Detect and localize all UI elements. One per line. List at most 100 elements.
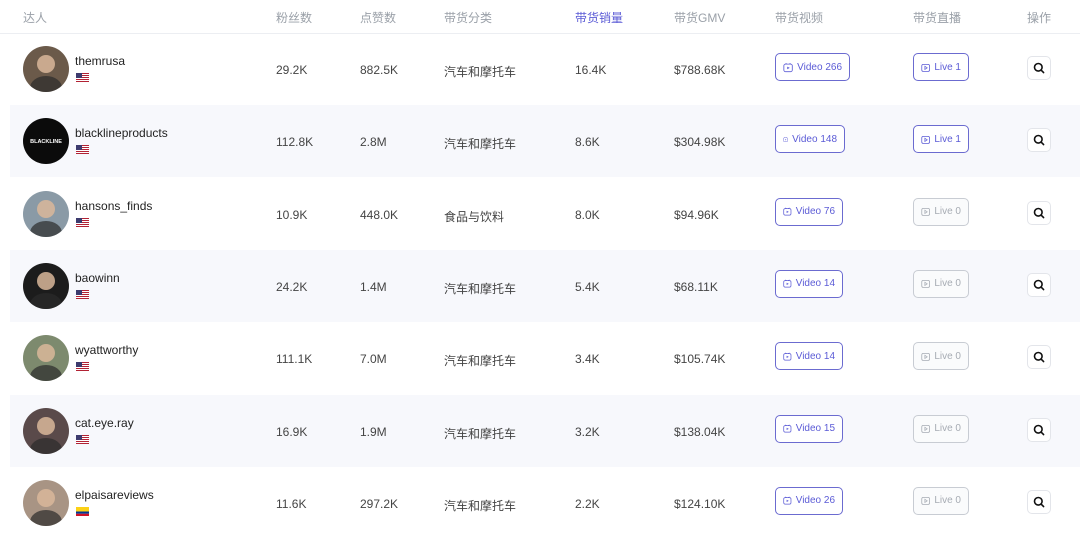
live-icon (921, 278, 930, 289)
followers-value: 29.2K (276, 63, 307, 77)
gmv-value: $68.11K (674, 280, 718, 294)
category-value: 汽车和摩托车 (444, 135, 516, 152)
col-actions: 操作 (1027, 9, 1051, 26)
col-likes[interactable]: 点赞数 (360, 9, 396, 26)
live-button-label: Live 1 (934, 134, 961, 145)
col-sales[interactable]: 带货销量 (575, 9, 623, 26)
avatar[interactable] (23, 480, 69, 526)
table-row[interactable]: cat.eye.ray16.9K1.9M汽车和摩托车3.2K$138.04KVi… (10, 395, 1080, 467)
col-gmv[interactable]: 带货GMV (674, 9, 725, 26)
us-flag-icon (76, 290, 89, 299)
video-icon (783, 495, 792, 506)
live-button[interactable]: Live 0 (913, 198, 969, 226)
live-button[interactable]: Live 0 (913, 270, 969, 298)
video-button[interactable]: Video 76 (775, 198, 843, 226)
followers-value: 11.6K (276, 497, 306, 511)
influencer-name[interactable]: wyattworthy (75, 343, 138, 357)
video-icon (783, 62, 793, 73)
live-button[interactable]: Live 0 (913, 342, 969, 370)
us-flag-icon (76, 362, 89, 371)
avatar[interactable] (23, 191, 69, 237)
avatar[interactable] (23, 46, 69, 92)
influencer-name[interactable]: cat.eye.ray (75, 416, 134, 430)
video-button-label: Video 15 (796, 423, 835, 434)
search-icon (1033, 62, 1045, 74)
live-button-label: Live 1 (934, 62, 961, 73)
search-icon (1033, 424, 1045, 436)
live-button[interactable]: Live 1 (913, 125, 969, 153)
table-row[interactable]: themrusa29.2K882.5K汽车和摩托车16.4K$788.68KVi… (10, 33, 1080, 105)
search-icon (1033, 207, 1045, 219)
video-button[interactable]: Video 15 (775, 415, 843, 443)
live-button[interactable]: Live 1 (913, 53, 969, 81)
gmv-value: $105.74K (674, 352, 725, 366)
sales-value: 8.0K (575, 208, 600, 222)
us-flag-icon (76, 435, 89, 444)
live-icon (921, 423, 930, 434)
influencer-name[interactable]: blacklineproducts (75, 126, 168, 140)
svg-text:BLACKLINE: BLACKLINE (30, 139, 62, 145)
video-button-label: Video 148 (792, 134, 837, 145)
table-row[interactable]: wyattworthy111.1K7.0M汽车和摩托车3.4K$105.74KV… (10, 322, 1080, 394)
influencer-name[interactable]: elpaisareviews (75, 488, 154, 502)
search-button[interactable] (1027, 490, 1051, 514)
influencer-name[interactable]: themrusa (75, 54, 125, 68)
col-followers[interactable]: 粉丝数 (276, 9, 312, 26)
followers-value: 24.2K (276, 280, 307, 294)
category-value: 汽车和摩托车 (444, 425, 516, 442)
likes-value: 1.9M (360, 425, 387, 439)
gmv-value: $138.04K (674, 425, 725, 439)
gmv-value: $124.10K (674, 497, 725, 511)
influencer-name[interactable]: hansons_finds (75, 199, 152, 213)
live-button-label: Live 0 (934, 495, 961, 506)
gmv-value: $788.68K (674, 63, 725, 77)
avatar[interactable] (23, 263, 69, 309)
col-lives[interactable]: 带货直播 (913, 9, 961, 26)
sales-value: 3.4K (575, 352, 600, 366)
video-button[interactable]: Video 266 (775, 53, 850, 81)
search-button[interactable] (1027, 201, 1051, 225)
video-button[interactable]: Video 148 (775, 125, 845, 153)
video-icon (783, 134, 788, 145)
live-button[interactable]: Live 0 (913, 487, 969, 515)
avatar[interactable] (23, 408, 69, 454)
likes-value: 7.0M (360, 352, 387, 366)
category-value: 汽车和摩托车 (444, 63, 516, 80)
likes-value: 882.5K (360, 63, 398, 77)
video-button-label: Video 14 (796, 278, 835, 289)
search-button[interactable] (1027, 56, 1051, 80)
live-icon (921, 495, 930, 506)
table-row[interactable]: hansons_finds10.9K448.0K食品与饮料8.0K$94.96K… (10, 178, 1080, 250)
table-row[interactable]: elpaisareviews11.6K297.2K汽车和摩托车2.2K$124.… (10, 467, 1080, 539)
video-button-label: Video 26 (796, 495, 835, 506)
video-button[interactable]: Video 14 (775, 342, 843, 370)
sales-value: 8.6K (575, 135, 600, 149)
search-button[interactable] (1027, 418, 1051, 442)
search-button[interactable] (1027, 128, 1051, 152)
avatar[interactable]: BLACKLINE (23, 118, 69, 164)
followers-value: 16.9K (276, 425, 307, 439)
us-flag-icon (76, 73, 89, 82)
avatar[interactable] (23, 335, 69, 381)
gmv-value: $94.96K (674, 208, 719, 222)
search-button[interactable] (1027, 273, 1051, 297)
followers-value: 111.1K (276, 352, 312, 366)
likes-value: 448.0K (360, 208, 398, 222)
video-button[interactable]: Video 26 (775, 487, 843, 515)
live-icon (921, 206, 930, 217)
search-button[interactable] (1027, 345, 1051, 369)
col-category: 带货分类 (444, 9, 492, 26)
search-icon (1033, 496, 1045, 508)
col-videos[interactable]: 带货视频 (775, 9, 823, 26)
influencer-name[interactable]: baowinn (75, 271, 120, 285)
video-icon (783, 278, 792, 289)
video-button[interactable]: Video 14 (775, 270, 843, 298)
table-row[interactable]: baowinn24.2K1.4M汽车和摩托车5.4K$68.11KVideo 1… (10, 250, 1080, 322)
us-flag-icon (76, 218, 89, 227)
live-button[interactable]: Live 0 (913, 415, 969, 443)
co-flag-icon (76, 507, 89, 516)
table-row[interactable]: BLACKLINEblacklineproducts112.8K2.8M汽车和摩… (10, 105, 1080, 177)
category-value: 汽车和摩托车 (444, 280, 516, 297)
live-button-label: Live 0 (934, 351, 961, 362)
category-value: 汽车和摩托车 (444, 497, 516, 514)
